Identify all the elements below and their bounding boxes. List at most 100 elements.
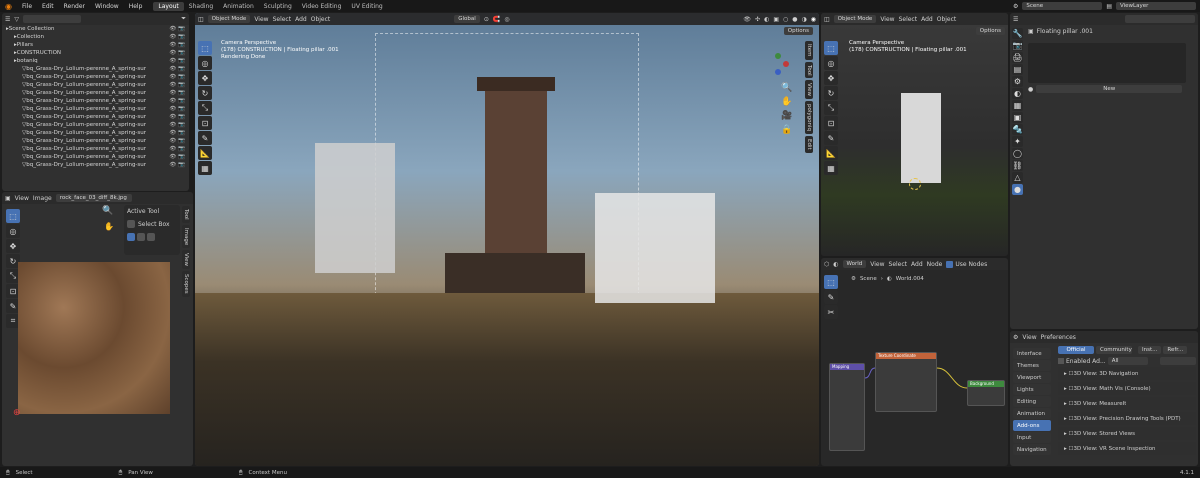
tab-animation[interactable]: Animation <box>218 2 259 11</box>
lock-camera-icon[interactable]: 🔒 <box>781 123 792 137</box>
tool-props-icon[interactable]: 🔧 <box>1012 28 1023 39</box>
rv-cursor-tool-icon[interactable]: ◎ <box>824 56 838 70</box>
outliner-row[interactable]: ▽ bq_Grass-Dry_Lolium-perenne_A_spring-s… <box>2 121 189 129</box>
outliner-row[interactable]: ▽ bq_Grass-Dry_Lolium-perenne_A_spring-s… <box>2 113 189 121</box>
visibility-toggle-icon[interactable]: 👁 📷 <box>169 138 185 144</box>
viewport-editor-icon[interactable]: ◫ <box>198 16 204 23</box>
pref-menu-view[interactable]: View <box>1022 334 1036 341</box>
rv-rotate-tool-icon[interactable]: ↻ <box>824 86 838 100</box>
vp-measure-tool-icon[interactable]: 📐 <box>198 146 212 160</box>
addon-row[interactable]: ▸ ☐ 3D View: Math Vis (Console) <box>1058 382 1196 395</box>
image-menu-image[interactable]: Image <box>33 195 52 202</box>
side-tab-view[interactable]: View <box>182 249 190 269</box>
outliner-row[interactable]: ▸ Pillars 👁 📷 <box>2 41 189 49</box>
visibility-toggle-icon[interactable]: 👁 📷 <box>169 130 185 136</box>
tab-video-editing[interactable]: Video Editing <box>297 2 347 11</box>
outliner-row[interactable]: ▸ Collection 👁 📷 <box>2 33 189 41</box>
addon-expand-icon[interactable]: ▸ ☐ <box>1064 401 1073 407</box>
visibility-toggle-icon[interactable]: 👁 📷 <box>169 66 185 72</box>
addon-expand-icon[interactable]: ▸ ☐ <box>1064 446 1073 452</box>
addon-row[interactable]: ▸ ☐ 3D View: Precision Drawing Tools (PD… <box>1058 412 1196 425</box>
physics-props-icon[interactable]: ◯ <box>1012 148 1023 159</box>
mode-set-icon[interactable] <box>127 233 135 241</box>
tab-official[interactable]: Official <box>1058 346 1094 354</box>
side-tab-image[interactable]: Image <box>182 224 190 248</box>
vp-tab-polygoniq[interactable]: polygoniq <box>805 101 813 135</box>
visibility-toggle-icon[interactable]: 👁 📷 <box>169 154 185 160</box>
gizmo-y-icon[interactable] <box>775 53 781 59</box>
visibility-toggle-icon[interactable]: 👁 📷 <box>169 26 185 32</box>
addon-row[interactable]: ▸ ☐ 3D View: VR Scene Inspection <box>1058 442 1196 455</box>
visibility-toggle-icon[interactable]: 👁 📷 <box>169 50 185 56</box>
rock-texture-image[interactable] <box>18 262 170 414</box>
visibility-toggle-icon[interactable]: 👁 📷 <box>169 90 185 96</box>
rv-menu-object[interactable]: Object <box>937 16 957 23</box>
pref-category-viewport[interactable]: Viewport <box>1013 372 1051 383</box>
gizmo-x-icon[interactable] <box>783 61 789 67</box>
vp-scale-tool-icon[interactable]: ⤡ <box>198 101 212 115</box>
2d-cursor-icon[interactable]: ⊕ <box>13 408 21 418</box>
pan-nav-icon[interactable]: ✋ <box>781 95 792 109</box>
rv-measure-tool-icon[interactable]: 📐 <box>824 146 838 160</box>
outliner-row[interactable]: ▸ botaniq 👁 📷 <box>2 57 189 65</box>
addon-row[interactable]: ▸ ☐ 3D View: Stored Views <box>1058 427 1196 440</box>
tab-community[interactable]: Community <box>1096 346 1132 354</box>
material-new-button[interactable]: New <box>1036 85 1183 93</box>
visibility-toggle-icon[interactable]: 👁 📷 <box>169 106 185 112</box>
zoom-nav-icon[interactable]: 🔍 <box>781 81 792 95</box>
vp-menu-object[interactable]: Object <box>311 16 331 23</box>
material-slot-list[interactable] <box>1028 43 1186 83</box>
shading-rendered-icon[interactable]: ◉ <box>811 16 816 23</box>
pref-category-animation[interactable]: Animation <box>1013 408 1051 419</box>
image-menu-view[interactable]: View <box>15 195 29 202</box>
vp-tab-tool[interactable]: Tool <box>805 61 813 79</box>
visibility-toggle-icon[interactable]: 👁 📷 <box>169 42 185 48</box>
vp-menu-select[interactable]: Select <box>273 16 292 23</box>
image-editor-icon[interactable]: ▣ <box>5 195 11 202</box>
rv-menu-view[interactable]: View <box>880 16 894 23</box>
vp-annotate-tool-icon[interactable]: ✎ <box>198 131 212 145</box>
shading-solid-icon[interactable]: ● <box>792 16 797 23</box>
rv-editor-icon[interactable]: ◫ <box>824 16 830 23</box>
gizmo-z-icon[interactable] <box>775 69 781 75</box>
shading-wire-icon[interactable]: ○ <box>783 16 788 23</box>
vp-move-tool-icon[interactable]: ✥ <box>198 71 212 85</box>
visibility-toggle-icon[interactable]: 👁 📷 <box>169 74 185 80</box>
visibility-toggle-icon[interactable]: 👁 📷 <box>169 122 185 128</box>
rv-scale-tool-icon[interactable]: ⤡ <box>824 101 838 115</box>
vp-add-cube-tool-icon[interactable]: ▦ <box>198 161 212 175</box>
addon-expand-icon[interactable]: ▸ ☐ <box>1064 371 1073 377</box>
pref-category-lights[interactable]: Lights <box>1013 384 1051 395</box>
blender-logo-icon[interactable]: ◉ <box>0 2 17 11</box>
rv-tower-object[interactable] <box>901 93 941 183</box>
outliner-row[interactable]: ▸ CONSTRUCTION 👁 📷 <box>2 49 189 57</box>
constraints-props-icon[interactable]: ⛓ <box>1012 160 1023 171</box>
world-props-icon[interactable]: ◐ <box>1012 88 1023 99</box>
outliner-row[interactable]: ▽ bq_Grass-Dry_Lolium-perenne_A_spring-s… <box>2 65 189 73</box>
select-box-mode-icon[interactable] <box>127 220 135 228</box>
tab-sculpting[interactable]: Sculpting <box>259 2 297 11</box>
outliner-row[interactable]: ▽ bq_Grass-Dry_Lolium-perenne_A_spring-s… <box>2 89 189 97</box>
select-box-tool-icon[interactable]: ⬚ <box>6 209 20 223</box>
collection-props-icon[interactable]: ▦ <box>1012 100 1023 111</box>
gizmo-icon[interactable]: ✣ <box>755 16 760 23</box>
outliner-search-input[interactable] <box>23 15 82 23</box>
navigation-gizmo[interactable] <box>767 53 789 75</box>
material-props-icon[interactable]: ● <box>1012 184 1023 195</box>
view-layer-props-icon[interactable]: ▤ <box>1012 64 1023 75</box>
rv-mode-selector[interactable]: Object Mode <box>833 15 877 23</box>
object-props-icon[interactable]: ▣ <box>1012 112 1023 123</box>
outliner-row[interactable]: ▽ bq_Grass-Dry_Lolium-perenne_A_spring-s… <box>2 129 189 137</box>
main-viewport-panel[interactable]: ◫ Object Mode View Select Add Object Glo… <box>195 13 819 466</box>
rv-menu-add[interactable]: Add <box>921 16 933 23</box>
install-button[interactable]: Inst... <box>1138 346 1162 354</box>
output-props-icon[interactable]: 🖨 <box>1012 52 1023 63</box>
menu-render[interactable]: Render <box>59 3 90 10</box>
pref-category-editing[interactable]: Editing <box>1013 396 1051 407</box>
side-tab-tool[interactable]: Tool <box>182 206 190 223</box>
viewport-options-button[interactable]: Options <box>783 27 813 35</box>
move-tool-icon[interactable]: ✥ <box>6 239 20 253</box>
rv-add-cube-tool-icon[interactable]: ▦ <box>824 161 838 175</box>
pivot-icon[interactable]: ⊙ <box>484 16 489 23</box>
filter-funnel-icon[interactable]: ⏷ <box>181 15 186 23</box>
